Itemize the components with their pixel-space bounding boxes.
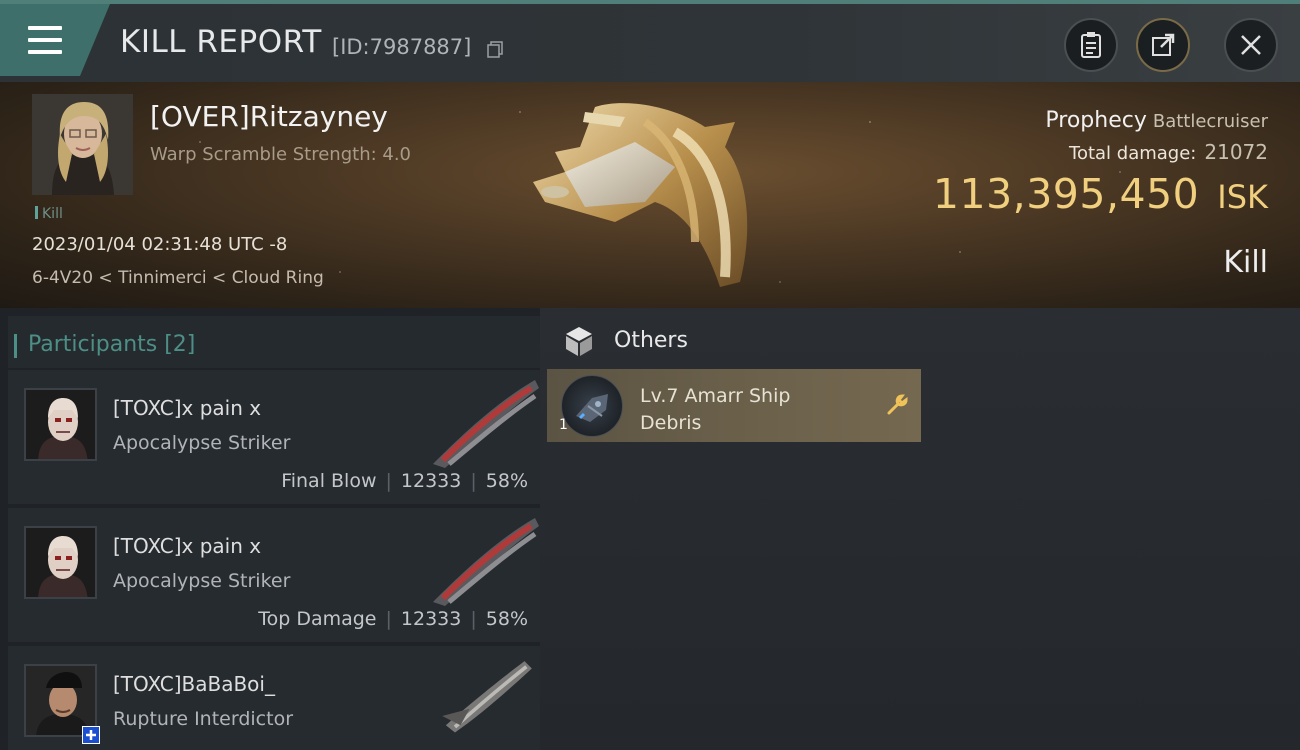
participant-percent: 58% (485, 470, 528, 492)
participant-percent: 58% (485, 608, 528, 630)
participant-damage: 12333 (400, 608, 462, 630)
menu-button[interactable] (0, 4, 110, 76)
participant-name: [TOXC]BaBaBoi_ (113, 672, 275, 696)
hamburger-menu-icon (28, 26, 62, 54)
isk-amount: 113,395,450 (932, 170, 1200, 218)
participant-ship-image (433, 380, 539, 468)
kill-location[interactable]: 6-4V20 < Tinnimerci < Cloud Ring (32, 268, 324, 288)
participant-portrait-icon (26, 390, 95, 459)
participant-portrait-icon (26, 528, 95, 597)
victim-ship-type[interactable]: Prophecy Battlecruiser (1045, 108, 1268, 133)
clipboard-icon (1081, 32, 1101, 58)
dropped-item[interactable]: 1 Lv.7 Amarr Ship Debris (547, 369, 921, 442)
participant-role: Final Blow (281, 470, 377, 492)
participant-row[interactable]: [TOXC]x pain x Apocalypse Striker Top Da… (8, 508, 540, 642)
item-name: Lv.7 Amarr Ship Debris (640, 385, 791, 434)
victim-avatar[interactable] (32, 94, 133, 195)
participant-name: [TOXC]x pain x (113, 534, 262, 558)
total-damage-value: 21072 (1204, 140, 1268, 164)
participant-ship: Apocalypse Striker (113, 570, 291, 592)
total-damage: Total damage: 21072 (1069, 140, 1268, 164)
participant-ship-image (433, 518, 539, 606)
participant-row[interactable]: [TOXC]BaBaBoi_ Rupture Interdictor (8, 646, 540, 750)
participant-stats: Top Damage | 12333 | 58% (258, 608, 528, 630)
clipboard-button[interactable] (1064, 18, 1118, 72)
item-quantity: 1 (559, 417, 568, 433)
share-button[interactable] (1136, 18, 1190, 72)
kill-result: Kill (1223, 245, 1268, 280)
debris-icon (561, 375, 623, 437)
kill-tag: Kill (35, 206, 63, 222)
participants-header: Participants [2] (8, 316, 540, 368)
close-icon (1241, 35, 1261, 55)
others-title: Others (614, 328, 688, 353)
participants-panel: Participants [2] [TOXC]x pain x Apocalyp… (0, 308, 540, 750)
cube-icon (566, 327, 592, 356)
victim-ship-image (533, 103, 748, 287)
ship-name: Prophecy (1045, 108, 1147, 133)
participant-row[interactable]: [TOXC]x pain x Apocalypse Striker Final … (8, 370, 540, 504)
isk-value: 113,395,450 ISK (933, 170, 1268, 218)
report-id: [ID:7987887] (332, 35, 472, 59)
participant-name: [TOXC]x pain x (113, 396, 262, 420)
close-button[interactable] (1224, 18, 1278, 72)
wrench-icon (887, 394, 908, 415)
others-header: Others (562, 324, 862, 360)
kill-datetime: 2023/01/04 02:31:48 UTC -8 (32, 234, 288, 255)
participant-ship: Rupture Interdictor (113, 708, 293, 730)
window-header: KILL REPORT [ID:7987887] (0, 4, 1300, 82)
victim-name[interactable]: [OVER]Ritzayney (150, 100, 388, 133)
victim-banner: [OVER]Ritzayney Warp Scramble Strength: … (0, 82, 1300, 308)
participant-stats: Final Blow | 12333 | 58% (281, 470, 528, 492)
warp-scramble-strength: Warp Scramble Strength: 4.0 (150, 144, 412, 165)
plus-badge-icon (82, 726, 100, 744)
isk-unit: ISK (1217, 178, 1268, 216)
participant-avatar[interactable] (24, 388, 97, 461)
participant-avatar[interactable] (24, 526, 97, 599)
participant-ship-image (442, 661, 532, 733)
participant-damage: 12333 (400, 470, 462, 492)
participant-role: Top Damage (258, 608, 377, 630)
victim-portrait-icon (32, 94, 133, 195)
page-title: KILL REPORT (120, 24, 322, 60)
participants-title: Participants [2] (13, 332, 196, 358)
copy-icon[interactable] (487, 41, 503, 58)
participant-ship: Apocalypse Striker (113, 432, 291, 454)
share-icon (1152, 33, 1175, 56)
ship-class: Battlecruiser (1152, 111, 1268, 132)
total-damage-label: Total damage: (1069, 143, 1197, 164)
